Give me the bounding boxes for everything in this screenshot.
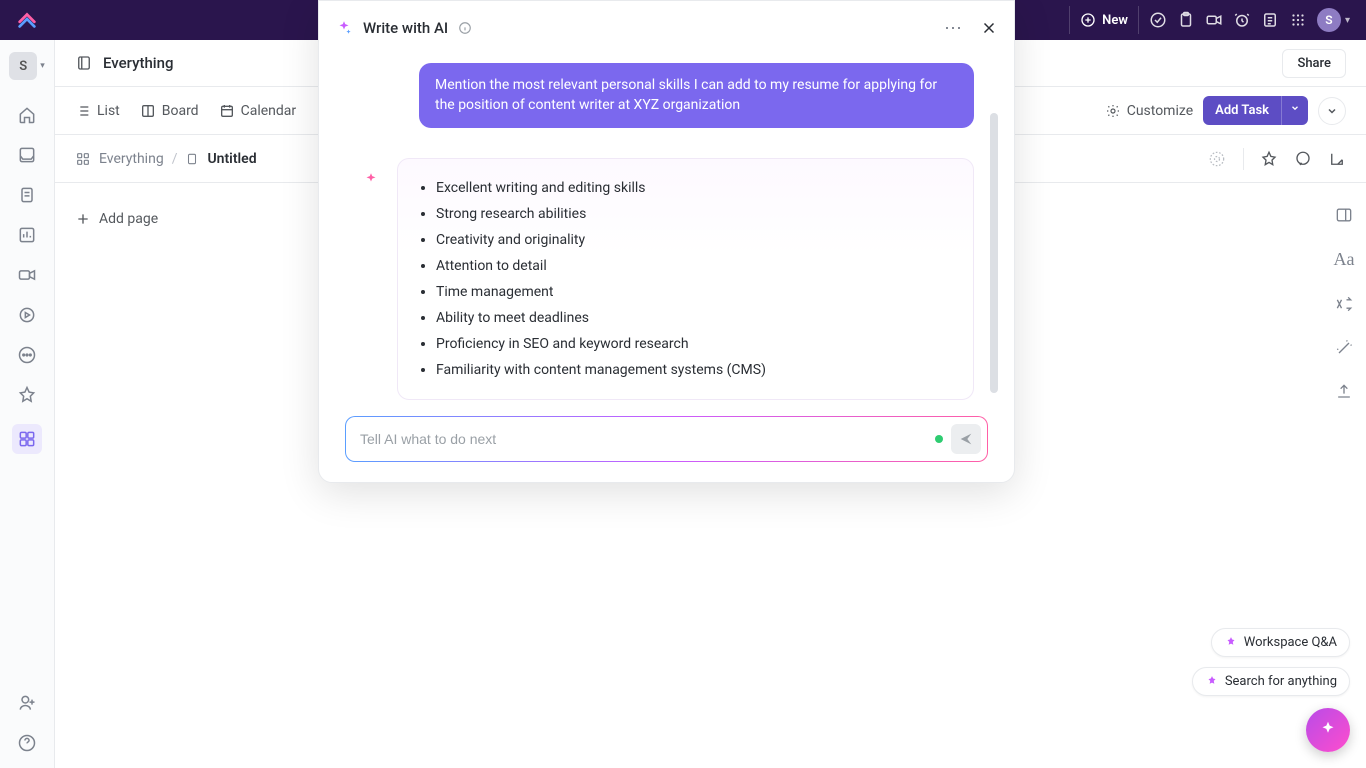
ai-fab[interactable] [1306, 708, 1350, 752]
chevron-down-icon: ▾ [1345, 15, 1350, 26]
status-dot [935, 435, 943, 443]
breadcrumb: Everything / Untitled [75, 151, 257, 167]
user-menu[interactable]: S ▾ [1317, 8, 1350, 32]
text-style-icon[interactable]: Aa [1334, 249, 1355, 270]
page-icon [75, 54, 93, 72]
ai-response-item: Familiarity with content management syst… [436, 357, 953, 383]
user-message: Mention the most relevant personal skill… [419, 63, 974, 128]
search-anything-chip[interactable]: Search for anything [1192, 667, 1350, 696]
scrollbar[interactable] [990, 113, 998, 393]
ai-response: Excellent writing and editing skillsStro… [397, 158, 974, 400]
ai-modal-title: Write with AI [363, 19, 448, 37]
inbox-icon[interactable] [16, 144, 38, 166]
favorites-star-icon[interactable] [16, 384, 38, 406]
ai-avatar-icon [359, 168, 383, 192]
video-icon[interactable] [1205, 11, 1223, 29]
ai-response-item: Proficiency in SEO and keyword research [436, 331, 953, 357]
help-icon[interactable] [16, 732, 38, 754]
add-task-split[interactable] [1281, 96, 1308, 125]
ai-response-item: Ability to meet deadlines [436, 305, 953, 331]
ai-response-item: Time management [436, 279, 953, 305]
ai-response-item: Strong research abilities [436, 201, 953, 227]
workspace-qa-chip[interactable]: Workspace Q&A [1211, 628, 1350, 657]
ai-modal: Write with AI ⋯ Mention the most relevan… [318, 0, 1015, 483]
clipboard-icon[interactable] [1177, 11, 1195, 29]
ai-response-item: Creativity and originality [436, 227, 953, 253]
star-icon[interactable] [1260, 150, 1278, 168]
shuffle-icon[interactable] [1334, 294, 1354, 314]
home-icon[interactable] [16, 104, 38, 126]
ai-response-item: Attention to detail [436, 253, 953, 279]
docs-icon[interactable] [16, 184, 38, 206]
app-logo[interactable] [16, 9, 38, 31]
note-icon[interactable] [1261, 11, 1279, 29]
timesheets-icon[interactable] [16, 304, 38, 326]
breadcrumb-root[interactable]: Everything [99, 151, 164, 167]
sparkle-icon [335, 19, 353, 37]
wand-icon[interactable] [1334, 338, 1354, 358]
page-title: Everything [103, 54, 173, 72]
share-button[interactable]: Share [1282, 49, 1346, 78]
sidebar-nav: S ▾ [0, 40, 55, 768]
invite-icon[interactable] [16, 692, 38, 714]
comment-icon[interactable] [1294, 150, 1312, 168]
dashboards-icon[interactable] [16, 224, 38, 246]
spaces-icon[interactable] [12, 424, 42, 454]
panel-icon[interactable] [1334, 205, 1354, 225]
right-rail: Aa [1322, 135, 1366, 402]
ai-input-field[interactable] [360, 431, 935, 447]
more-icon[interactable] [16, 344, 38, 366]
new-button[interactable]: New [1069, 6, 1139, 34]
info-icon[interactable] [458, 21, 472, 35]
customize-button[interactable]: Customize [1105, 103, 1193, 119]
clips-icon[interactable] [16, 264, 38, 286]
send-button[interactable] [951, 424, 981, 454]
upload-icon[interactable] [1334, 382, 1354, 402]
close-icon[interactable] [980, 19, 998, 37]
spaces-icon [75, 151, 91, 167]
workspace-switcher[interactable]: S ▾ [9, 52, 45, 80]
chevron-down-icon: ▾ [40, 61, 45, 71]
doc-icon [185, 152, 199, 166]
apps-grid-icon[interactable] [1289, 11, 1307, 29]
more-options-button[interactable] [1318, 97, 1346, 125]
tab-board[interactable]: Board [140, 103, 199, 119]
breadcrumb-current: Untitled [207, 151, 256, 167]
tab-calendar[interactable]: Calendar [219, 103, 297, 119]
ai-input [345, 416, 988, 462]
more-menu-icon[interactable]: ⋯ [944, 18, 964, 39]
ai-response-item: Excellent writing and editing skills [436, 175, 953, 201]
focus-icon[interactable] [1207, 149, 1227, 169]
add-task-button[interactable]: Add Task [1203, 96, 1281, 125]
check-circle-icon[interactable] [1149, 11, 1167, 29]
alarm-icon[interactable] [1233, 11, 1251, 29]
tab-list[interactable]: List [75, 103, 120, 119]
avatar: S [1317, 8, 1341, 32]
